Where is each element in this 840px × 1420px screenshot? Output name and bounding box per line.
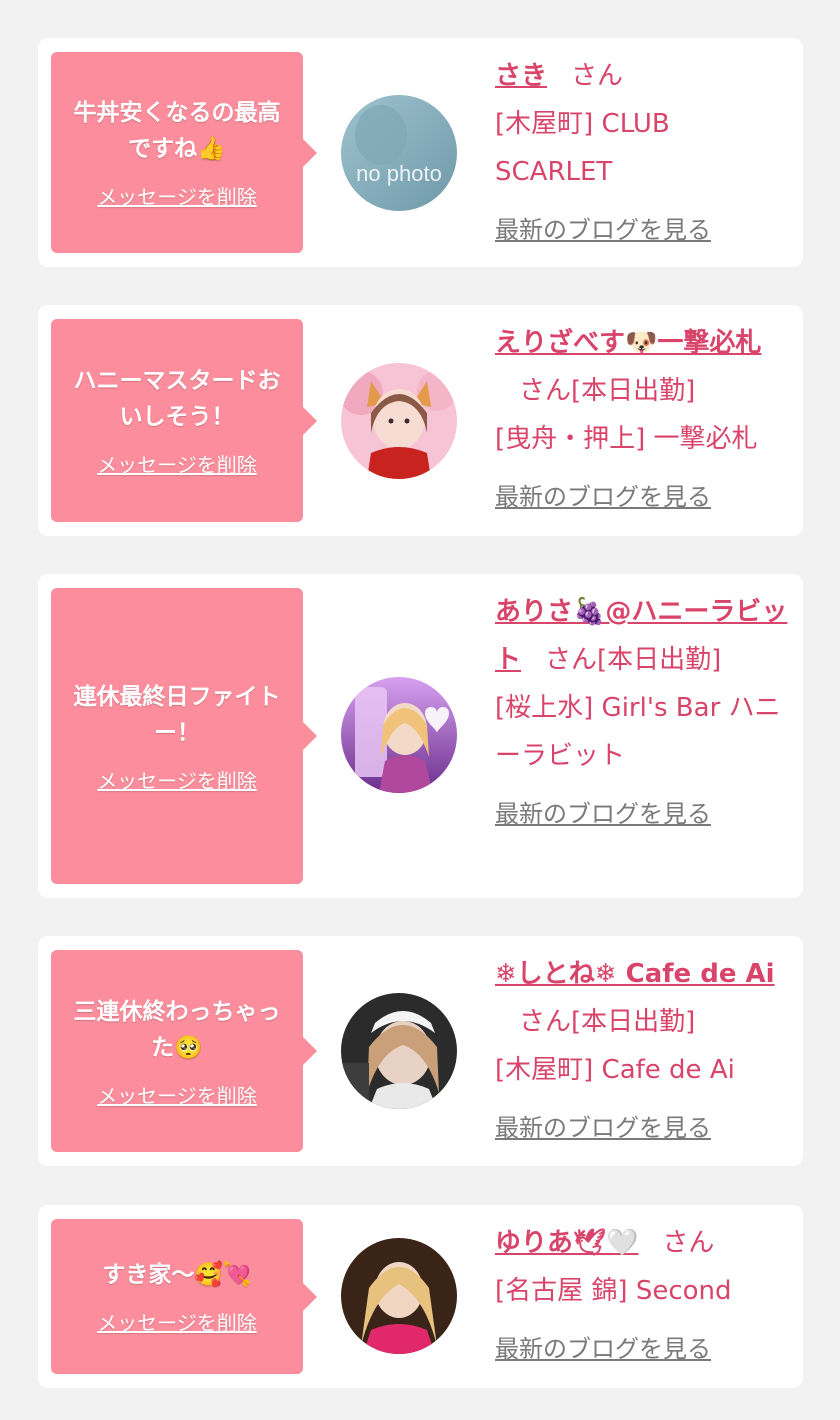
- message-bubble: 三連休終わっちゃった🥺 メッセージを削除: [51, 950, 317, 1152]
- girl-photo-icon: [341, 993, 457, 1109]
- message-card: ハニーマスタードおいしそう！ メッセージを削除 えりざべす🐶一撃必札さん[本日出…: [38, 305, 803, 536]
- girl-info: ❄しとね❄ Cafe de Ai さん[本日出勤] [木屋町] Cafe de A…: [495, 950, 795, 1152]
- avatar[interactable]: [341, 993, 457, 1109]
- girl-photo-icon: [341, 677, 457, 793]
- san-label: さん: [519, 1007, 572, 1037]
- girl-photo-icon: [341, 1238, 457, 1354]
- delete-message-link[interactable]: メッセージを削除: [97, 1080, 257, 1109]
- san-label: さん: [545, 645, 598, 675]
- latest-blog-link[interactable]: 最新のブログを見る: [495, 206, 795, 254]
- message-text: 三連休終わっちゃった🥺: [73, 998, 281, 1061]
- status-text: [本日出勤]: [571, 376, 696, 406]
- girl-name-link[interactable]: えりざべす🐶一撃必札: [495, 328, 761, 358]
- message-bubble: ハニーマスタードおいしそう！ メッセージを削除: [51, 319, 317, 522]
- no-photo-avatar-icon: no photo: [341, 95, 457, 211]
- girl-name-link[interactable]: ゆりあ🕊🤍: [495, 1228, 638, 1258]
- avatar[interactable]: [341, 363, 457, 479]
- shop-name: [名古屋 錦] Second: [495, 1276, 732, 1306]
- avatar[interactable]: [341, 677, 457, 793]
- delete-message-link[interactable]: メッセージを削除: [97, 1307, 257, 1336]
- avatar[interactable]: [341, 1238, 457, 1354]
- girl-name-link[interactable]: ❄しとね❄ Cafe de Ai: [495, 959, 775, 989]
- message-bubble: 連休最終日ファイトー！ メッセージを削除: [51, 588, 317, 884]
- san-label: さん: [519, 376, 572, 406]
- shop-name: [木屋町] CLUB SCARLET: [495, 109, 670, 187]
- san-label: さん: [662, 1228, 715, 1258]
- message-card: 牛丼安くなるの最高ですね👍 メッセージを削除 no photo さき さん [木屋…: [38, 38, 803, 267]
- message-text: すき家〜🥰💘: [102, 1262, 252, 1288]
- message-bubble: 牛丼安くなるの最高ですね👍 メッセージを削除: [51, 52, 317, 253]
- message-card: 三連休終わっちゃった🥺 メッセージを削除 ❄しとね❄ Cafe de Aiさん[…: [38, 936, 803, 1166]
- status-text: [本日出勤]: [597, 645, 722, 675]
- delete-message-link[interactable]: メッセージを削除: [97, 449, 257, 478]
- delete-message-link[interactable]: メッセージを削除: [97, 765, 257, 794]
- girl-info: ゆりあ🕊🤍 さん [名古屋 錦] Second 最新のブログを見る: [495, 1219, 795, 1373]
- latest-blog-link[interactable]: 最新のブログを見る: [495, 1104, 795, 1152]
- message-bubble: すき家〜🥰💘 メッセージを削除: [51, 1219, 317, 1374]
- girl-info: さき さん [木屋町] CLUB SCARLET 最新のブログを見る: [495, 52, 795, 254]
- shop-name: [木屋町] Cafe de Ai: [495, 1055, 735, 1085]
- girl-name-link[interactable]: さき: [495, 61, 547, 91]
- latest-blog-link[interactable]: 最新のブログを見る: [495, 1325, 795, 1373]
- latest-blog-link[interactable]: 最新のブログを見る: [495, 473, 795, 521]
- latest-blog-link[interactable]: 最新のブログを見る: [495, 790, 795, 838]
- girl-info: ありさ🍇@ハニーラビット さん[本日出勤] [桜上水] Girl's Bar ハニ…: [495, 588, 795, 838]
- avatar[interactable]: no photo: [341, 95, 457, 211]
- message-card: すき家〜🥰💘 メッセージを削除 ゆりあ🕊🤍 さん [名古屋 錦] Second 最…: [38, 1205, 803, 1388]
- shop-name: [桜上水] Girl's Bar ハニーラビット: [495, 693, 781, 771]
- status-text: [本日出勤]: [571, 1007, 696, 1037]
- girl-info: えりざべす🐶一撃必札さん[本日出勤] [曳舟・押上] 一撃必札 最新のブログを見…: [495, 319, 795, 521]
- girl-photo-icon: [341, 363, 457, 479]
- san-label: さん: [571, 61, 624, 91]
- message-text: 牛丼安くなるの最高ですね👍: [73, 100, 281, 162]
- shop-name: [曳舟・押上] 一撃必札: [495, 424, 758, 454]
- message-text: 連休最終日ファイトー！: [73, 683, 281, 746]
- delete-message-link[interactable]: メッセージを削除: [97, 181, 257, 210]
- message-text: ハニーマスタードおいしそう！: [73, 368, 281, 430]
- avatar-text: no photo: [356, 161, 442, 186]
- message-card: 連休最終日ファイトー！ メッセージを削除 ありさ🍇@ハニーラビット さん[本日出勤…: [38, 574, 803, 898]
